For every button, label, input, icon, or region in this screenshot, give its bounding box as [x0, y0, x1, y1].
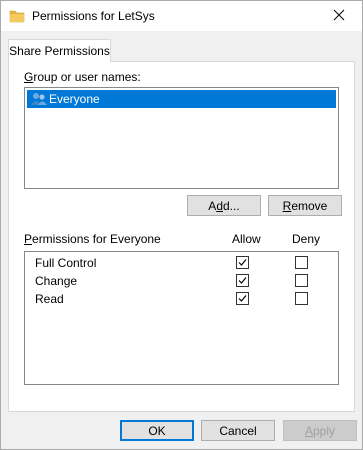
deny-checkbox[interactable] [295, 256, 308, 269]
permissions-list: Full Control Change Read [24, 251, 339, 385]
permission-row: Change [25, 272, 338, 290]
tab-label: Share Permissions [9, 44, 110, 58]
ok-button[interactable]: OK [120, 420, 194, 441]
deny-checkbox[interactable] [295, 292, 308, 305]
allow-checkbox[interactable] [236, 292, 249, 305]
list-item[interactable]: Everyone [27, 90, 336, 108]
allow-header: Allow [232, 232, 261, 246]
permissions-dialog: Permissions for LetSys Share Permissions… [0, 0, 363, 450]
group-user-list[interactable]: Everyone [24, 87, 339, 189]
remove-button[interactable]: Remove [268, 195, 342, 216]
permissions-label: Permissions for Everyone [24, 232, 161, 246]
folder-icon [9, 9, 25, 23]
permission-row: Read [25, 290, 338, 308]
add-button[interactable]: Ad d... [187, 195, 261, 216]
deny-checkbox[interactable] [295, 274, 308, 287]
permission-name: Change [35, 274, 78, 288]
tab-share-permissions[interactable]: Share Permissions [8, 39, 111, 62]
permission-row: Full Control [25, 254, 338, 272]
close-button[interactable] [316, 1, 362, 31]
share-permissions-panel: Group or user names: Everyone Ad d... Rem… [8, 61, 355, 412]
close-icon [333, 9, 345, 24]
allow-checkbox[interactable] [236, 256, 249, 269]
permission-name: Read [35, 292, 64, 306]
deny-header: Deny [292, 232, 321, 246]
group-label: Group or user names: [24, 70, 141, 84]
apply-button[interactable]: Apply [283, 420, 357, 441]
user-group-icon [30, 91, 48, 107]
cancel-button[interactable]: Cancel [201, 420, 275, 441]
permission-name: Full Control [35, 256, 97, 270]
allow-checkbox[interactable] [236, 274, 249, 287]
list-item-label: Everyone [49, 92, 100, 106]
window-title: Permissions for LetSys [32, 9, 155, 23]
title-bar[interactable]: Permissions for LetSys [1, 1, 362, 31]
